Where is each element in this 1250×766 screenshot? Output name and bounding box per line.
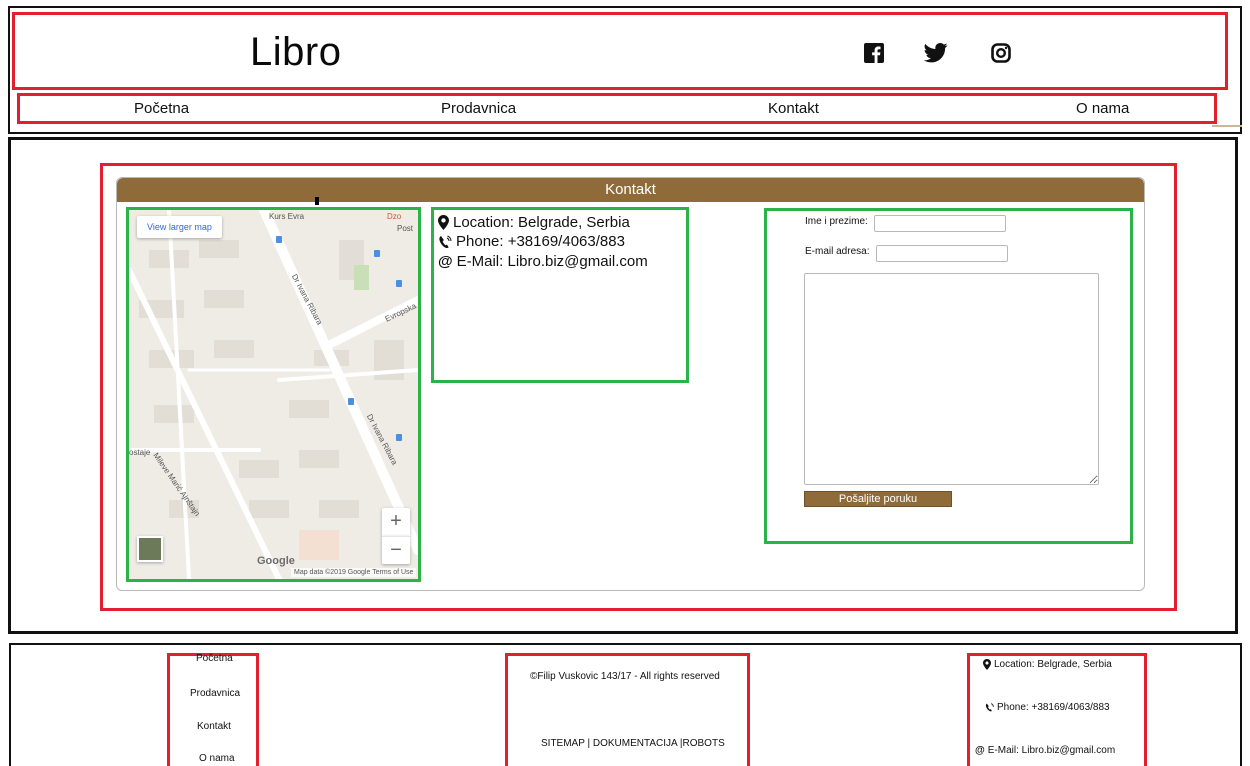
footer-location: Location: Belgrade, Serbia bbox=[983, 659, 1112, 670]
map-street-label: ostaje bbox=[129, 448, 151, 457]
map-marker-icon bbox=[983, 659, 991, 670]
info-phone: Phone: +38169/4063/883 bbox=[438, 233, 625, 250]
nav-bar bbox=[17, 93, 1217, 124]
twitter-icon[interactable] bbox=[924, 41, 948, 65]
at-icon: @ bbox=[438, 253, 453, 270]
name-label: Ime i prezime: bbox=[805, 216, 868, 227]
satellite-toggle[interactable] bbox=[137, 536, 163, 562]
view-larger-map-link[interactable]: View larger map bbox=[137, 216, 222, 238]
google-logo: Google bbox=[257, 555, 295, 567]
embedded-map[interactable]: View larger map Kurs Evra Dzo Post Dr Iv… bbox=[129, 210, 418, 579]
panel-title: Kontakt bbox=[117, 178, 1144, 202]
zoom-out-button[interactable]: − bbox=[382, 536, 410, 564]
message-textarea[interactable] bbox=[804, 273, 1099, 485]
text-cursor bbox=[315, 197, 319, 205]
info-email-text[interactable]: E-Mail: Libro.biz@gmail.com bbox=[457, 253, 648, 270]
facebook-icon[interactable] bbox=[862, 41, 886, 65]
footer-phone-text: Phone: +38169/4063/883 bbox=[997, 702, 1110, 713]
site-logo[interactable]: Libro bbox=[250, 30, 341, 75]
header-box bbox=[12, 12, 1228, 90]
info-location-text: Location: Belgrade, Serbia bbox=[453, 214, 630, 231]
info-phone-text: Phone: +38169/4063/883 bbox=[456, 233, 625, 250]
footer-nav-box bbox=[167, 653, 259, 766]
footer-email: @ E-Mail: Libro.biz@gmail.com bbox=[975, 745, 1115, 756]
at-icon: @ bbox=[975, 745, 985, 756]
map-marker-icon bbox=[438, 215, 449, 230]
map-poi-label: Kurs Evra bbox=[269, 212, 305, 221]
email-input[interactable] bbox=[876, 245, 1008, 262]
name-input[interactable] bbox=[874, 215, 1006, 232]
nav-item-pocetna[interactable]: Početna bbox=[134, 100, 189, 117]
map-poi-label: Dzo bbox=[387, 212, 402, 221]
zoom-in-button[interactable]: + bbox=[382, 508, 410, 536]
nav-item-prodavnica[interactable]: Prodavnica bbox=[441, 100, 516, 117]
info-email: @ E-Mail: Libro.biz@gmail.com bbox=[438, 253, 648, 270]
divider bbox=[1212, 125, 1242, 127]
footer-email-text[interactable]: E-Mail: Libro.biz@gmail.com bbox=[988, 745, 1115, 756]
email-label: E-mail adresa: bbox=[805, 246, 870, 257]
phone-icon bbox=[985, 703, 994, 712]
footer-links[interactable]: SITEMAP | DOKUMENTACIJA |ROBOTS bbox=[541, 738, 725, 749]
footer-center-box bbox=[505, 653, 750, 766]
nav-item-o-nama[interactable]: O nama bbox=[1076, 100, 1129, 117]
info-location: Location: Belgrade, Serbia bbox=[438, 214, 630, 231]
instagram-icon[interactable] bbox=[989, 41, 1013, 65]
map-attribution[interactable]: Map data ©2019 Google Terms of Use bbox=[291, 568, 417, 577]
nav-item-kontakt[interactable]: Kontakt bbox=[768, 100, 819, 117]
footer-location-text: Location: Belgrade, Serbia bbox=[994, 659, 1112, 670]
footer-nav-prodavnica[interactable]: Prodavnica bbox=[190, 688, 240, 699]
map-poi-label: Post bbox=[397, 224, 414, 233]
footer-nav-o-nama[interactable]: O nama bbox=[199, 753, 235, 764]
copyright-text: ©Filip Vuskovic 143/17 - All rights rese… bbox=[530, 671, 720, 682]
footer-nav-pocetna[interactable]: Početna bbox=[196, 653, 233, 664]
footer-nav-kontakt[interactable]: Kontakt bbox=[197, 721, 231, 732]
submit-button[interactable]: Pošaljite poruku bbox=[804, 491, 952, 507]
footer-phone: Phone: +38169/4063/883 bbox=[985, 702, 1110, 713]
phone-icon bbox=[438, 235, 452, 249]
